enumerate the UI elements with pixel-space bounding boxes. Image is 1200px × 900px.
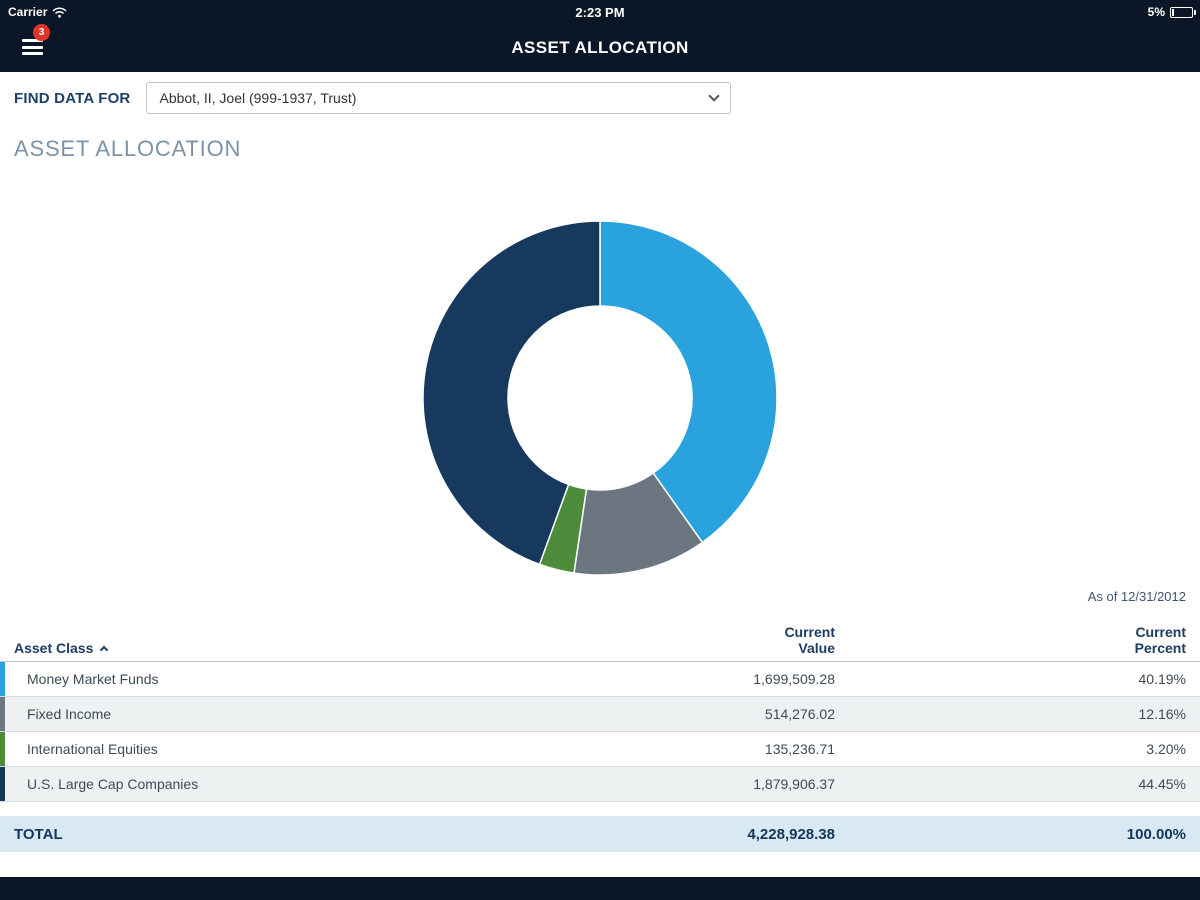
bottom-bar xyxy=(0,877,1200,900)
current-percent-cell: 40.19% xyxy=(835,671,1200,687)
asset-class-cell: Money Market Funds xyxy=(5,671,480,687)
current-percent-header: Current Percent xyxy=(835,624,1200,656)
sort-ascending-icon xyxy=(100,645,108,653)
battery-icon xyxy=(1170,7,1193,18)
as-of-date: As of 12/31/2012 xyxy=(1088,589,1186,604)
total-percent: 100.00% xyxy=(835,826,1200,843)
total-row: TOTAL 4,228,928.38 100.00% xyxy=(0,816,1200,852)
menu-button[interactable] xyxy=(22,39,56,65)
status-bar: Carrier 2:23 PM 5% xyxy=(0,0,1200,26)
donut-chart-container xyxy=(415,218,785,578)
current-value-cell: 1,879,906.37 xyxy=(480,776,835,792)
table-header-row: Asset Class Current Value Current Percen… xyxy=(0,614,1200,662)
current-percent-cell: 3.20% xyxy=(835,741,1200,757)
current-value-cell: 135,236.71 xyxy=(480,741,835,757)
client-selector-value: Abbot, II, Joel (999-1937, Trust) xyxy=(159,90,356,106)
table-row[interactable]: Money Market Funds 1,699,509.28 40.19% xyxy=(0,662,1200,697)
page-title: ASSET ALLOCATION xyxy=(0,38,1200,58)
table-row[interactable]: International Equities 135,236.71 3.20% xyxy=(0,732,1200,767)
current-value-cell: 1,699,509.28 xyxy=(480,671,835,687)
current-value-cell: 514,276.02 xyxy=(480,706,835,722)
asset-class-table: Asset Class Current Value Current Percen… xyxy=(0,614,1200,852)
asset-allocation-donut-chart xyxy=(415,218,785,578)
chevron-down-icon xyxy=(709,90,720,101)
current-value-header: Current Value xyxy=(480,624,835,656)
title-bar: ASSET ALLOCATION xyxy=(0,26,1200,72)
notification-badge: 3 xyxy=(33,24,50,41)
battery-status: 5% xyxy=(1148,5,1193,19)
asset-class-header-label: Asset Class xyxy=(14,640,93,656)
current-percent-cell: 44.45% xyxy=(835,776,1200,792)
current-percent-cell: 12.16% xyxy=(835,706,1200,722)
find-data-label: FIND DATA FOR xyxy=(14,90,130,107)
section-title: ASSET ALLOCATION xyxy=(14,136,241,162)
asset-class-cell: U.S. Large Cap Companies xyxy=(5,776,480,792)
clock: 2:23 PM xyxy=(0,5,1200,20)
asset-class-cell: International Equities xyxy=(5,741,480,757)
total-label: TOTAL xyxy=(0,826,480,843)
asset-allocation-screen: Carrier 2:23 PM 5% ASSET ALLOCATION 3 xyxy=(0,0,1200,900)
table-row[interactable]: U.S. Large Cap Companies 1,879,906.37 44… xyxy=(0,767,1200,802)
sort-header-asset-class[interactable]: Asset Class xyxy=(0,640,480,656)
battery-percent-label: 5% xyxy=(1148,5,1165,19)
table-row[interactable]: Fixed Income 514,276.02 12.16% xyxy=(0,697,1200,732)
find-data-bar: FIND DATA FOR Abbot, II, Joel (999-1937,… xyxy=(0,72,1200,124)
top-bar: Carrier 2:23 PM 5% ASSET ALLOCATION 3 xyxy=(0,0,1200,72)
total-value: 4,228,928.38 xyxy=(480,826,835,843)
asset-class-cell: Fixed Income xyxy=(5,706,480,722)
client-selector-dropdown[interactable]: Abbot, II, Joel (999-1937, Trust) xyxy=(146,82,731,114)
